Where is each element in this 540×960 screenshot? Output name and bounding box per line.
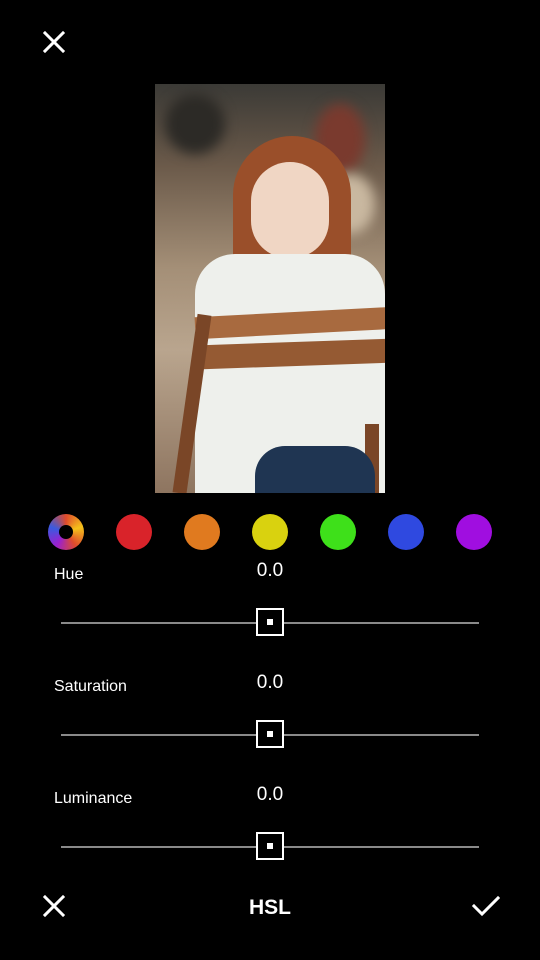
swatch-red[interactable] — [116, 514, 152, 550]
hue-slider-block: Hue 0.0 — [0, 560, 540, 660]
color-wheel-icon — [59, 525, 73, 539]
apply-button[interactable] — [468, 890, 504, 922]
luminance-slider-block: Luminance 0.0 — [0, 784, 540, 884]
hue-slider-thumb[interactable] — [256, 608, 284, 636]
hue-label: Hue — [54, 566, 84, 583]
saturation-slider-thumb[interactable] — [256, 720, 284, 748]
hue-value: 0.0 — [256, 560, 284, 581]
swatch-green[interactable] — [320, 514, 356, 550]
swatch-blue[interactable] — [388, 514, 424, 550]
swatch-purple[interactable] — [456, 514, 492, 550]
swatch-yellow[interactable] — [252, 514, 288, 550]
swatch-all-colors[interactable] — [48, 514, 84, 550]
cancel-button[interactable] — [38, 890, 70, 922]
close-icon — [43, 31, 65, 53]
saturation-slider-block: Saturation 0.0 — [0, 672, 540, 772]
luminance-label: Luminance — [54, 790, 133, 807]
color-swatch-row — [48, 514, 492, 550]
close-icon — [43, 895, 65, 917]
checkmark-icon — [472, 895, 500, 917]
saturation-value: 0.0 — [256, 672, 284, 693]
close-button[interactable] — [38, 26, 70, 58]
panel-title: HSL — [249, 896, 291, 919]
luminance-value: 0.0 — [256, 784, 284, 805]
swatch-orange[interactable] — [184, 514, 220, 550]
saturation-label: Saturation — [54, 678, 127, 695]
luminance-slider-thumb[interactable] — [256, 832, 284, 860]
photo-preview — [155, 84, 385, 493]
